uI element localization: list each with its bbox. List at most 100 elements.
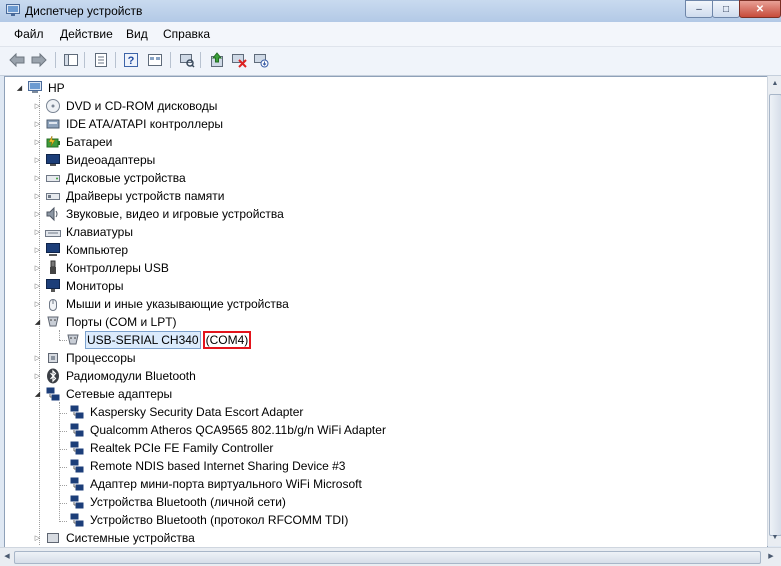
- tree-category[interactable]: ▷ Мониторы: [33, 277, 124, 295]
- close-button[interactable]: ✕: [739, 0, 781, 18]
- disk-icon: [45, 170, 61, 186]
- tree-category-label: Контроллеры USB: [66, 261, 169, 275]
- scroll-thumb[interactable]: [769, 94, 781, 536]
- computer-icon: [27, 80, 43, 96]
- tree-category[interactable]: ▷ Компьютер: [33, 241, 129, 259]
- tree-category[interactable]: ▷ Клавиатуры: [33, 223, 134, 241]
- tree-category[interactable]: ▷ Радиомодули Bluetooth: [33, 367, 197, 385]
- tree-category[interactable]: ▷ Драйверы устройств памяти: [33, 187, 225, 205]
- collapsed-arrow-icon[interactable]: ▷: [33, 138, 42, 146]
- port-icon: [45, 314, 61, 330]
- tree-category-network[interactable]: ◢ Сетевые адаптеры: [33, 385, 173, 403]
- scroll-down-icon[interactable]: ▼: [770, 533, 780, 543]
- tree-category-label: DVD и CD-ROM дисководы: [66, 99, 218, 113]
- uninstall-icon[interactable]: [230, 51, 248, 69]
- collapsed-arrow-icon[interactable]: ▷: [33, 372, 42, 380]
- disable-icon[interactable]: [252, 51, 270, 69]
- tree-category-label: Порты (COM и LPT): [66, 315, 177, 329]
- collapsed-arrow-icon[interactable]: ▷: [33, 282, 42, 290]
- maximize-button[interactable]: □: [712, 0, 740, 18]
- tree-category-label: Радиомодули Bluetooth: [66, 369, 196, 383]
- collapsed-arrow-icon[interactable]: ▷: [33, 174, 42, 182]
- network-device[interactable]: Устройство Bluetooth (протокол RFCOMM TD…: [69, 511, 349, 529]
- collapsed-arrow-icon[interactable]: ▷: [33, 102, 42, 110]
- horizontal-scrollbar[interactable]: ◀ ▶: [0, 547, 781, 566]
- tree-category-label: Дисковые устройства: [66, 171, 186, 185]
- scroll-up-icon[interactable]: ▲: [770, 79, 780, 89]
- view-icon[interactable]: [146, 51, 164, 69]
- tree-category[interactable]: ▷ Мыши и иные указывающие устройства: [33, 295, 290, 313]
- back-icon[interactable]: [8, 51, 26, 69]
- scroll-thumb[interactable]: [14, 551, 761, 564]
- collapsed-arrow-icon[interactable]: ▷: [33, 210, 42, 218]
- network-adapter-icon: [69, 476, 85, 492]
- tree-category[interactable]: ▷ IDE ATA/ATAPI контроллеры: [33, 115, 224, 133]
- tree-category[interactable]: ▷ Видеоадаптеры: [33, 151, 156, 169]
- tree-category-ports[interactable]: ◢ Порты (COM и LPT): [33, 313, 178, 331]
- network-adapter-icon: [69, 494, 85, 510]
- network-device[interactable]: Realtek PCIe FE Family Controller: [69, 439, 274, 457]
- tree-category-label: Драйверы устройств памяти: [66, 189, 225, 203]
- network-device-label: Qualcomm Atheros QCA9565 802.11b/g/n WiF…: [90, 423, 386, 437]
- properties-icon[interactable]: [92, 51, 110, 69]
- tree-category[interactable]: ▷ Батареи: [33, 133, 113, 151]
- collapsed-arrow-icon[interactable]: ▷: [33, 228, 42, 236]
- tree-category[interactable]: ▷ Звуковые, видео и игровые устройства: [33, 205, 285, 223]
- network-device-label: Устройства Bluetooth (личной сети): [90, 495, 286, 509]
- network-device[interactable]: Kaspersky Security Data Escort Adapter: [69, 403, 304, 421]
- tree-category-label: Видеоадаптеры: [66, 153, 156, 167]
- network-device[interactable]: Qualcomm Atheros QCA9565 802.11b/g/n WiF…: [69, 421, 387, 439]
- menu-view[interactable]: Вид: [126, 27, 148, 41]
- tree-root-label: HP: [48, 81, 65, 95]
- dvd-icon: [45, 98, 61, 114]
- keyboard-icon: [45, 224, 61, 240]
- collapsed-arrow-icon[interactable]: ▷: [33, 300, 42, 308]
- collapsed-arrow-icon[interactable]: ▷: [33, 246, 42, 254]
- expand-arrow-icon[interactable]: ◢: [33, 390, 42, 398]
- collapsed-arrow-icon[interactable]: ▷: [33, 156, 42, 164]
- tree-category-label: Батареи: [66, 135, 113, 149]
- network-device[interactable]: Remote NDIS based Internet Sharing Devic…: [69, 457, 346, 475]
- com-port-device[interactable]: USB-SERIAL CH340 (COM4): [65, 331, 252, 349]
- port-icon: [65, 332, 81, 348]
- tree-category[interactable]: ▷ DVD и CD-ROM дисководы: [33, 97, 218, 115]
- console-tree-icon[interactable]: [62, 51, 80, 69]
- scan-hardware-icon[interactable]: [178, 51, 196, 69]
- bluetooth-icon: [45, 368, 61, 384]
- computer-icon: [45, 242, 61, 258]
- tree-category[interactable]: ▷ Контроллеры USB: [33, 259, 170, 277]
- help-icon[interactable]: ?: [122, 51, 140, 69]
- collapsed-arrow-icon[interactable]: ▷: [33, 534, 42, 542]
- network-device-label: Remote NDIS based Internet Sharing Devic…: [90, 459, 346, 473]
- menu-file[interactable]: Файл: [14, 27, 44, 41]
- update-driver-icon[interactable]: [208, 51, 226, 69]
- network-adapter-icon: [69, 512, 85, 528]
- expand-arrow-icon[interactable]: ◢: [15, 84, 24, 92]
- window-title: Диспетчер устройств: [25, 4, 143, 18]
- forward-icon[interactable]: [30, 51, 48, 69]
- menu-action[interactable]: Действие: [60, 27, 113, 41]
- network-adapter-icon: [69, 440, 85, 456]
- collapsed-arrow-icon[interactable]: ▷: [33, 192, 42, 200]
- tree-category-label: Звуковые, видео и игровые устройства: [66, 207, 284, 221]
- network-adapter-icon: [69, 458, 85, 474]
- minimize-button[interactable]: –: [685, 0, 713, 18]
- ide-icon: [45, 116, 61, 132]
- vertical-scrollbar[interactable]: ▲ ▼: [767, 76, 781, 546]
- scroll-right-icon[interactable]: ▶: [766, 551, 776, 562]
- network-device[interactable]: Адаптер мини-порта виртуального WiFi Mic…: [69, 475, 363, 493]
- tree-category[interactable]: ▷ Системные устройства: [33, 529, 196, 547]
- device-tree[interactable]: ◢ HP ▷ DVD и CD-ROM дисководы ▷ IDE ATA/…: [4, 76, 768, 548]
- network-device[interactable]: Устройства Bluetooth (личной сети): [69, 493, 287, 511]
- collapsed-arrow-icon[interactable]: ▷: [33, 120, 42, 128]
- scroll-left-icon[interactable]: ◀: [2, 551, 12, 562]
- tree-category[interactable]: ▷ Дисковые устройства: [33, 169, 187, 187]
- menu-bar: Файл Действие Вид Справка: [0, 22, 781, 47]
- collapsed-arrow-icon[interactable]: ▷: [33, 264, 42, 272]
- menu-help[interactable]: Справка: [163, 27, 210, 41]
- collapsed-arrow-icon[interactable]: ▷: [33, 354, 42, 362]
- expand-arrow-icon[interactable]: ◢: [33, 318, 42, 326]
- network-device-label: Адаптер мини-порта виртуального WiFi Mic…: [90, 477, 362, 491]
- tree-root[interactable]: ◢ HP: [15, 79, 66, 97]
- tree-category[interactable]: ▷ Процессоры: [33, 349, 137, 367]
